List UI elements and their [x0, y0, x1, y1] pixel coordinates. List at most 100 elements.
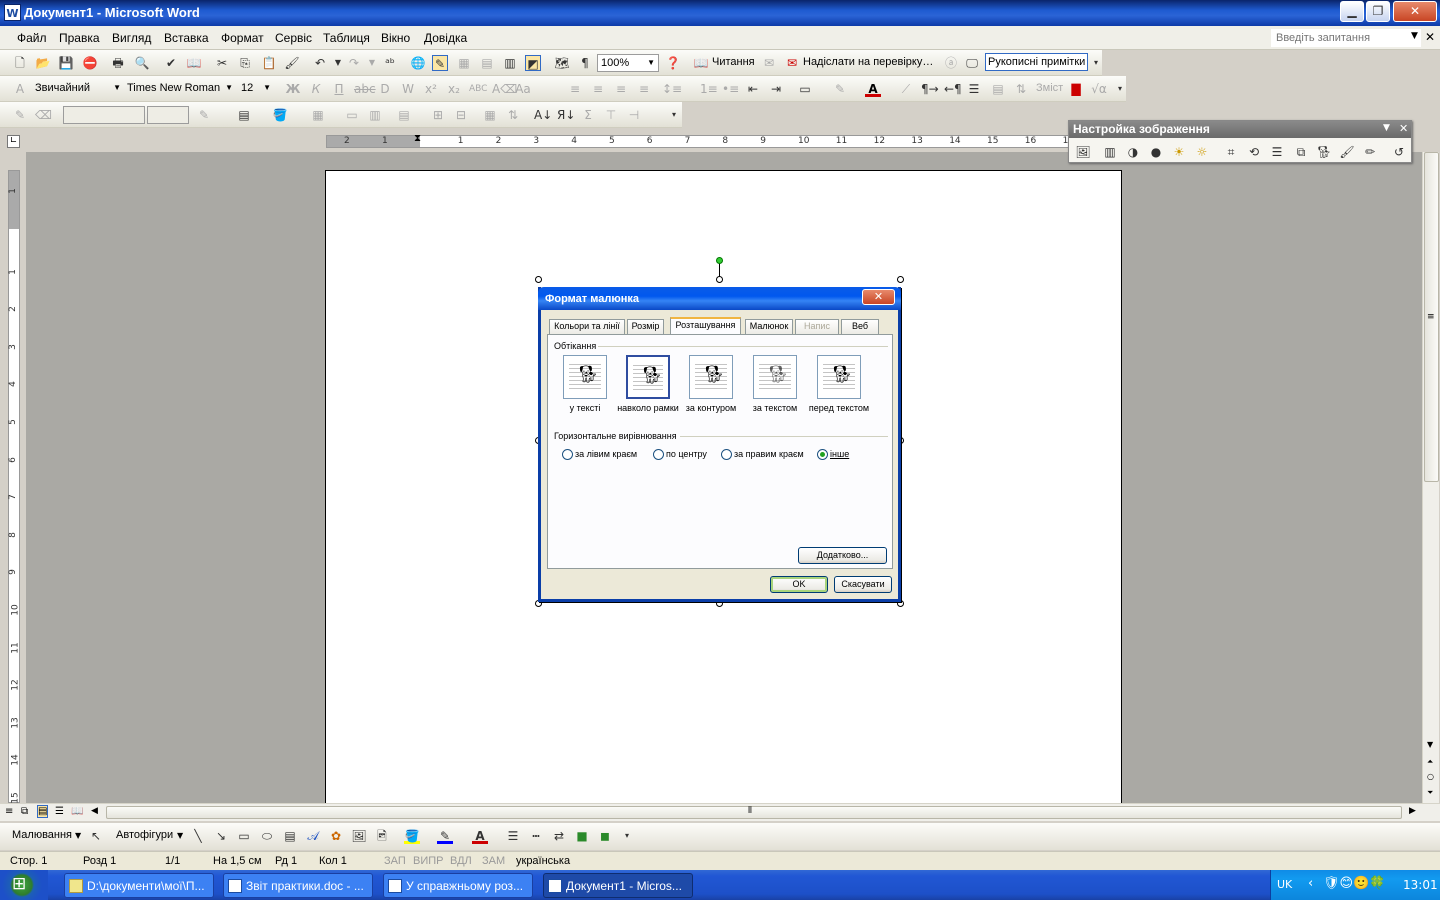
maximize-button[interactable]: ❐ [1366, 1, 1390, 22]
text-wrapping-icon[interactable]: 🐕︎ [1316, 144, 1332, 160]
rotate-handle[interactable] [716, 257, 723, 264]
minimize-button[interactable]: ▁ [1340, 1, 1364, 22]
arrow-style-icon[interactable]: ⇄ [551, 828, 567, 844]
research-icon[interactable]: 📖 [186, 55, 202, 71]
reading-button[interactable]: Читання [712, 56, 755, 68]
tab-layout[interactable]: Розташування [670, 317, 741, 335]
tray-apps-icon[interactable]: 🛡😊🙂🍀 [1323, 876, 1385, 891]
hyperlink-icon[interactable]: 🌐 [410, 55, 426, 71]
insert-toc-icon[interactable]: ▤ [990, 81, 1006, 97]
rtl-paragraph-icon[interactable]: ←¶ [944, 81, 962, 97]
toolbar-menu-icon[interactable]: ▼ [1383, 123, 1390, 133]
styles-pane-icon[interactable]: ☰ [966, 81, 982, 97]
align-other-radio[interactable] [817, 449, 828, 460]
color-icon[interactable]: ▥ [1102, 144, 1118, 160]
align-right-radio[interactable] [721, 449, 732, 460]
set-transparent-icon[interactable]: ✏ [1362, 144, 1378, 160]
resize-handle-nw[interactable] [535, 276, 542, 283]
tables-borders-icon[interactable]: ✎ [432, 55, 448, 71]
text-direction-icon[interactable]: ⇅ [505, 107, 521, 123]
toolbar-close-icon[interactable]: ✕ [1399, 122, 1408, 135]
start-button[interactable]: ⊞ [0, 870, 48, 900]
wordart-icon[interactable]: 𝒜 [305, 828, 321, 844]
subscript-icon[interactable]: x₂ [446, 81, 462, 97]
print-layout-icon[interactable]: ▤ [37, 805, 49, 818]
arrow-icon[interactable]: ↘ [213, 828, 229, 844]
small-caps-icon[interactable]: ABC [469, 81, 487, 97]
clip-art-icon[interactable]: 🖼 [351, 828, 367, 844]
equation-icon[interactable]: √α [1091, 81, 1107, 97]
undo-dropdown-icon[interactable]: ▼ [330, 55, 346, 71]
bullets-icon[interactable]: •≡ [722, 81, 739, 97]
insert-excel-icon[interactable]: ▤ [479, 55, 495, 71]
horizontal-ruler[interactable]: 211234567891011121314151617 ⧗ [26, 132, 1092, 152]
border-color-icon[interactable]: ✎ [196, 107, 212, 123]
compress-pictures-icon[interactable]: ⧉ [1293, 144, 1309, 160]
vertical-ruler[interactable]: 1 1 2 3 4 5 6 7 8 9 10 11 12 13 14 15 [4, 170, 24, 804]
drawing-dropdown-icon[interactable]: ▼ [75, 831, 81, 840]
draw-table-icon[interactable]: ✎ [12, 107, 28, 123]
insert-picture-icon[interactable]: 🖼 [1075, 144, 1091, 160]
ok-button[interactable]: OK [770, 576, 828, 593]
insert-table-icon[interactable]: ▦ [456, 55, 472, 71]
picture-toolbar-title[interactable]: Настройка зображення [1069, 121, 1411, 138]
char-scale-icon[interactable]: Aa [515, 81, 531, 97]
close-button[interactable]: ✕ [1393, 1, 1437, 22]
distribute-rows-icon[interactable]: ⊞ [430, 107, 446, 123]
font-combo[interactable]: Times New Roman ▼ [124, 80, 236, 98]
align-left-radio[interactable] [562, 449, 573, 460]
distribute-cols-icon[interactable]: ⊟ [453, 107, 469, 123]
zoom-dropdown-icon[interactable]: ▼ [647, 55, 655, 71]
columns-icon[interactable]: ▥ [502, 55, 518, 71]
style-dropdown-icon[interactable]: ▼ [113, 80, 121, 96]
toolbar-options-icon[interactable]: ▾ [1088, 55, 1104, 71]
wrap-tight-option[interactable]: 🐕︎ [689, 355, 733, 399]
toolbar-options-icon[interactable]: ▾ [666, 107, 682, 123]
next-page-icon[interactable]: ⏷ [1427, 788, 1433, 798]
dialog-close-button[interactable]: ✕ [862, 289, 895, 305]
shadow-style-icon[interactable]: ■ [574, 828, 590, 844]
taskbar-item-doc[interactable]: У справжньому роз... [383, 873, 533, 898]
print-preview-icon[interactable]: 🔍 [134, 55, 150, 71]
language-indicator[interactable]: UK [1277, 878, 1292, 891]
web-layout-icon[interactable]: ⧉ [21, 806, 28, 817]
tab-web[interactable]: Веб [841, 319, 879, 334]
cell-align-icon[interactable]: ▤ [396, 107, 412, 123]
menu-edit[interactable]: Правка [59, 31, 100, 45]
table-autoformat-icon[interactable]: ▦ [482, 107, 498, 123]
reading-layout-icon[interactable]: 📖 [71, 806, 83, 817]
status-rec[interactable]: ЗАП [384, 855, 406, 867]
advanced-button[interactable]: Додатково... [798, 547, 887, 564]
tab-colors-lines[interactable]: Кольори та лінії [549, 319, 625, 334]
line-color-icon[interactable]: ✎ [437, 828, 453, 844]
open-icon[interactable]: 📂 [35, 55, 51, 71]
resize-handle-n[interactable] [716, 276, 723, 283]
align-center-icon[interactable]: ≡ [590, 81, 606, 97]
fill-color-icon[interactable]: 🪣 [404, 828, 420, 844]
eraser-icon[interactable]: ⌫ [35, 107, 52, 123]
rectangle-icon[interactable]: ▭ [236, 828, 252, 844]
tab-size[interactable]: Розмір [627, 319, 664, 334]
insert-table-tb-icon[interactable]: ▦ [310, 107, 326, 123]
outside-border-icon[interactable]: ▭ [797, 81, 813, 97]
styles-formatting-icon[interactable]: A [12, 81, 28, 97]
menu-format[interactable]: Формат [221, 31, 264, 45]
ask-question-input[interactable] [1271, 29, 1421, 47]
split-cells-icon[interactable]: ▥ [367, 107, 383, 123]
wrap-square-option[interactable]: 🐕︎ [626, 355, 670, 399]
shading-icon[interactable]: 🪣 [272, 107, 288, 123]
taskbar-item-report[interactable]: Звіт практики.doc - ... [223, 873, 373, 898]
font-size-dropdown-icon[interactable]: ▼ [263, 80, 271, 96]
scroll-down-icon[interactable]: ▼ [1427, 740, 1433, 749]
toc-button[interactable]: Зміст [1036, 82, 1063, 94]
sort-asc-icon[interactable]: A↓ [534, 107, 552, 123]
horizontal-scrollbar[interactable]: ≡ ⧉ ▤ ☰ 📖 ◀ ⦀ ▶ [0, 803, 1440, 821]
3d-style-icon[interactable]: ◼ [597, 828, 613, 844]
align-right-icon[interactable]: ≡ [613, 81, 629, 97]
oval-icon[interactable]: ⬭ [259, 828, 275, 844]
ask-dropdown-icon[interactable]: ▼ [1411, 31, 1418, 41]
menu-window[interactable]: Вікно [381, 31, 410, 45]
normal-view-icon[interactable]: ≡ [5, 806, 13, 817]
line-style-icon[interactable]: ☰ [1269, 144, 1285, 160]
vertical-scrollbar[interactable]: ≡ ▼ ⏶ ○ ⏷ [1422, 152, 1439, 803]
